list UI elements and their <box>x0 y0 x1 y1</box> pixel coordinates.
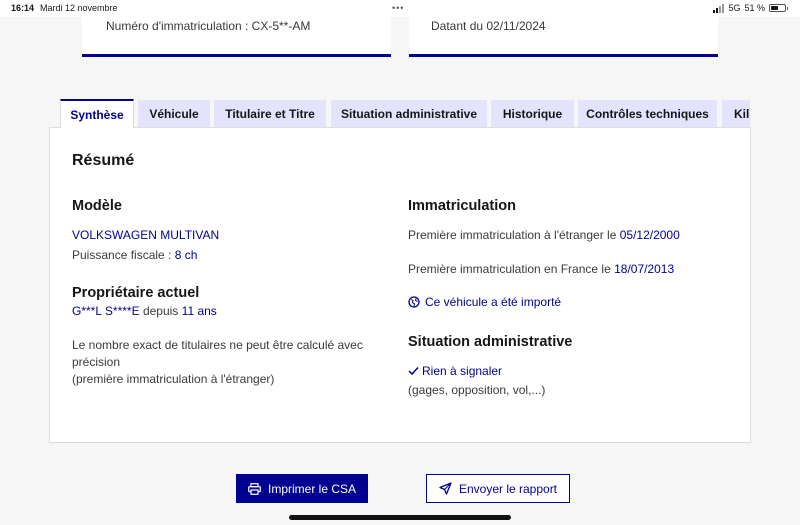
send-report-label: Envoyer le rapport <box>458 481 558 496</box>
admin-status-link[interactable]: Rien à signaler <box>408 364 502 378</box>
home-indicator[interactable] <box>289 515 511 520</box>
status-time: 16:14 <box>11 3 35 13</box>
tab-vehicule[interactable]: Véhicule <box>138 100 210 128</box>
battery-percent: 51 % <box>744 3 765 13</box>
globe-icon <box>408 296 420 308</box>
france-registration-label: Première immatriculation en France le <box>408 262 611 276</box>
imported-link-text[interactable]: Ce véhicule a été importé <box>425 295 561 309</box>
synthese-panel: Résumé Modèle VOLKSWAGEN MULTIVAN Puissa… <box>49 127 751 443</box>
fiscal-power: Puissance fiscale : 8 ch <box>72 247 197 264</box>
send-icon <box>439 482 452 495</box>
imported-link[interactable]: Ce véhicule a été importé <box>408 295 561 309</box>
model-heading: Modèle <box>72 198 122 214</box>
owner-name: G***L S****E <box>72 304 140 318</box>
registration-heading: Immatriculation <box>408 198 516 214</box>
owner-since-label: depuis <box>142 304 179 318</box>
owner-heading: Propriétaire actuel <box>72 285 200 301</box>
tab-situation-administrative[interactable]: Situation administrative <box>331 100 487 128</box>
model-name: VOLKSWAGEN MULTIVAN <box>72 228 220 242</box>
battery-fill <box>771 6 778 10</box>
tab-historique[interactable]: Historique <box>491 100 574 128</box>
registration-number: Numéro d'immatriculation : CX-5**-AM <box>106 19 311 33</box>
admin-details: (gages, opposition, vol,...) <box>408 383 546 397</box>
print-csa-label: Imprimer le CSA <box>267 481 356 496</box>
tab-bar: Synthèse Véhicule Titulaire et Titre Sit… <box>60 99 750 128</box>
network-label: 5G <box>728 3 741 13</box>
foreign-registration: Première immatriculation à l'étranger le… <box>408 227 680 244</box>
france-registration: Première immatriculation en France le 18… <box>408 261 674 278</box>
owner-note-line1: Le nombre exact de titulaires ne peut êt… <box>72 338 363 352</box>
tab-kilometrage[interactable]: Kilo <box>722 100 750 128</box>
check-icon <box>408 366 419 376</box>
admin-heading: Situation administrative <box>408 334 573 350</box>
owner-since-value: 11 ans <box>181 304 217 318</box>
admin-status-text[interactable]: Rien à signaler <box>422 364 502 378</box>
print-csa-button[interactable]: Imprimer le CSA <box>236 474 368 503</box>
signal-icon <box>713 3 725 13</box>
owner-note: Le nombre exact de titulaires ne peut êt… <box>72 337 392 388</box>
foreign-registration-label: Première immatriculation à l'étranger le <box>408 228 617 242</box>
date-card: Datant du 02/11/2024 <box>409 17 718 57</box>
tab-titulaire-titre[interactable]: Titulaire et Titre <box>214 100 326 128</box>
status-bar: 16:14 Mardi 12 novembre ••• 5G 51 % <box>0 0 800 17</box>
status-right: 5G 51 % <box>713 3 788 13</box>
send-report-button[interactable]: Envoyer le rapport <box>426 474 570 503</box>
tab-synthese[interactable]: Synthèse <box>60 99 134 128</box>
fiscal-power-label: Puissance fiscale : <box>72 248 172 262</box>
report-date: Datant du 02/11/2024 <box>431 19 546 33</box>
fiscal-power-value: 8 ch <box>174 248 198 262</box>
france-registration-date: 18/07/2013 <box>614 262 675 276</box>
summary-title: Résumé <box>72 152 135 169</box>
printer-icon <box>248 482 261 495</box>
owner-note-line3: (première immatriculation à l'étranger) <box>72 372 275 386</box>
owner-line: G***L S****E depuis 11 ans <box>72 303 217 320</box>
tab-controles-techniques[interactable]: Contrôles techniques <box>578 100 717 128</box>
foreign-registration-date: 05/12/2000 <box>619 228 680 242</box>
status-date: Mardi 12 novembre <box>40 3 118 13</box>
multitasking-dots-icon[interactable]: ••• <box>392 3 404 13</box>
battery-icon <box>769 4 788 12</box>
owner-note-line2: précision <box>72 355 121 369</box>
registration-card: Numéro d'immatriculation : CX-5**-AM <box>82 17 391 57</box>
